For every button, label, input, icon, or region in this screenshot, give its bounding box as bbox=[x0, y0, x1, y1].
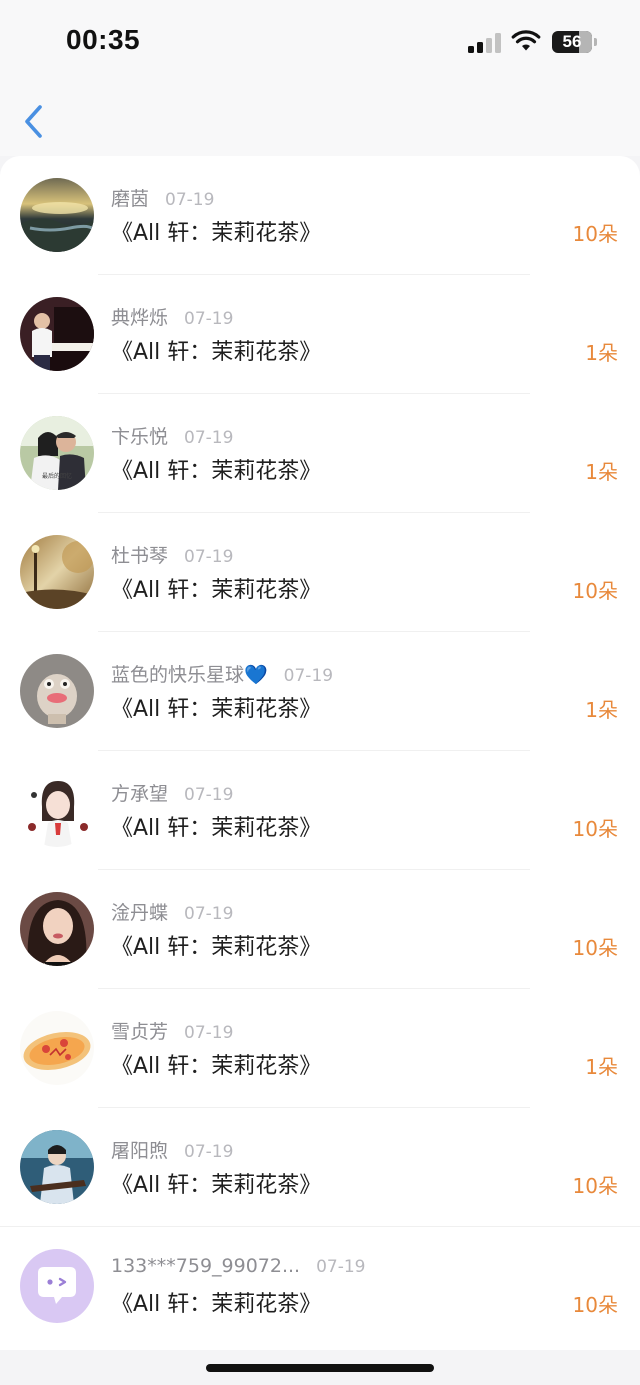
home-indicator[interactable] bbox=[206, 1364, 434, 1372]
avatar[interactable] bbox=[20, 178, 94, 252]
back-arrow-icon[interactable] bbox=[18, 102, 52, 142]
avatar[interactable] bbox=[20, 654, 94, 728]
nav-bar bbox=[0, 86, 640, 156]
battery-icon: 56 bbox=[552, 31, 592, 53]
piano-player-avatar-icon bbox=[20, 297, 94, 371]
girl-illustration-avatar-icon bbox=[20, 773, 94, 847]
list-item[interactable]: 磨茵 07-19 《All 轩：茉莉花茶》 10朵 bbox=[0, 156, 640, 275]
song-title: 《All 轩：茉莉花茶》 bbox=[111, 1054, 322, 1079]
list-item[interactable]: 淦丹蝶 07-19 《All 轩：茉莉花茶》 10朵 bbox=[0, 870, 640, 989]
landscape-lake-avatar-icon bbox=[20, 178, 94, 252]
send-date: 07-19 bbox=[165, 190, 215, 210]
song-title: 《All 轩：茉莉花茶》 bbox=[111, 697, 322, 722]
send-date: 07-19 bbox=[184, 547, 234, 567]
guqin-player-avatar-icon bbox=[20, 1130, 94, 1204]
list-item[interactable]: 蓝色的快乐星球💙 07-19 《All 轩：茉莉花茶》 1朵 bbox=[0, 632, 640, 751]
avatar[interactable] bbox=[20, 1130, 94, 1204]
sender-name: 典烨烁 bbox=[111, 307, 169, 329]
song-title: 《All 轩：茉莉花茶》 bbox=[111, 816, 322, 841]
gift-list: 磨茵 07-19 《All 轩：茉莉花茶》 10朵 典烨烁 07-19 《All 轩… bbox=[0, 156, 640, 1350]
list-item[interactable]: 133***759_99072... 07-19 《All 轩：茉莉花茶》 10朵 bbox=[0, 1227, 640, 1346]
woman-portrait-avatar-icon bbox=[20, 892, 94, 966]
sender-name: 雪贞芳 bbox=[111, 1021, 169, 1043]
song-title: 《All 轩：茉莉花茶》 bbox=[111, 1173, 322, 1198]
send-date: 07-19 bbox=[184, 428, 234, 448]
status-time: 00:35 bbox=[66, 24, 141, 55]
flower-amount: 10朵 bbox=[572, 579, 618, 603]
send-date: 07-19 bbox=[184, 785, 234, 805]
flower-amount: 10朵 bbox=[572, 817, 618, 841]
list-item[interactable]: 杜书琴 07-19 《All 轩：茉莉花茶》 10朵 bbox=[0, 513, 640, 632]
avatar-caption: 最后的回忆 bbox=[42, 472, 72, 480]
send-date: 07-19 bbox=[184, 1023, 234, 1043]
flower-amount: 1朵 bbox=[585, 1055, 618, 1079]
pizza-drawing-avatar-icon bbox=[20, 1011, 94, 1085]
send-date: 07-19 bbox=[184, 1142, 234, 1162]
status-bar: 00:35 56 bbox=[0, 0, 640, 86]
avatar[interactable] bbox=[20, 773, 94, 847]
song-title: 《All 轩：茉莉花茶》 bbox=[111, 221, 322, 246]
couple-photo-avatar-icon: 最后的回忆 bbox=[20, 416, 94, 490]
sender-name: 卞乐悦 bbox=[111, 426, 169, 448]
flower-amount: 10朵 bbox=[572, 1293, 618, 1317]
wifi-icon bbox=[511, 30, 541, 51]
avatar[interactable] bbox=[20, 297, 94, 371]
default-chat-avatar-icon bbox=[20, 1249, 94, 1323]
avatar[interactable] bbox=[20, 535, 94, 609]
flower-amount: 10朵 bbox=[572, 222, 618, 246]
list-item[interactable]: 屠阳煦 07-19 《All 轩：茉莉花茶》 10朵 bbox=[0, 1108, 640, 1227]
sender-name: 淦丹蝶 bbox=[111, 902, 169, 924]
cellular-signal-icon bbox=[468, 33, 502, 53]
send-date: 07-19 bbox=[184, 904, 234, 924]
flower-amount: 1朵 bbox=[585, 698, 618, 722]
battery-level: 56 bbox=[562, 32, 582, 51]
send-date: 07-19 bbox=[316, 1257, 366, 1277]
sender-name: 杜书琴 bbox=[111, 545, 169, 567]
sender-name: 方承望 bbox=[111, 783, 169, 805]
flower-amount: 10朵 bbox=[572, 936, 618, 960]
frog-plush-avatar-icon bbox=[20, 654, 94, 728]
sender-name: 蓝色的快乐星球💙 bbox=[111, 664, 268, 686]
list-item[interactable]: 典烨烁 07-19 《All 轩：茉莉花茶》 1朵 bbox=[0, 275, 640, 394]
list-item[interactable]: 最后的回忆 卞乐悦 07-19 《All 轩：茉莉花茶》 1朵 bbox=[0, 394, 640, 513]
home-indicator-area bbox=[0, 1350, 640, 1385]
song-title: 《All 轩：茉莉花茶》 bbox=[111, 935, 322, 960]
flower-amount: 1朵 bbox=[585, 341, 618, 365]
avatar[interactable]: 最后的回忆 bbox=[20, 416, 94, 490]
list-item[interactable]: 雪贞芳 07-19 《All 轩：茉莉花茶》 1朵 bbox=[0, 989, 640, 1108]
flower-amount: 1朵 bbox=[585, 460, 618, 484]
send-date: 07-19 bbox=[283, 666, 334, 686]
avatar[interactable] bbox=[20, 892, 94, 966]
avatar[interactable] bbox=[20, 1011, 94, 1085]
send-date: 07-19 bbox=[184, 309, 234, 329]
sender-name: 133***759_99072... bbox=[111, 1255, 301, 1277]
song-title: 《All 轩：茉莉花茶》 bbox=[111, 459, 322, 484]
autumn-park-avatar-icon bbox=[20, 535, 94, 609]
sender-name: 屠阳煦 bbox=[111, 1140, 169, 1162]
song-title: 《All 轩：茉莉花茶》 bbox=[111, 578, 322, 603]
list-item[interactable]: 方承望 07-19 《All 轩：茉莉花茶》 10朵 bbox=[0, 751, 640, 870]
battery-cap-icon bbox=[594, 38, 597, 46]
avatar[interactable] bbox=[20, 1249, 94, 1323]
sender-name: 磨茵 bbox=[111, 188, 150, 210]
song-title: 《All 轩：茉莉花茶》 bbox=[111, 340, 322, 365]
flower-amount: 10朵 bbox=[572, 1174, 618, 1198]
song-title: 《All 轩：茉莉花茶》 bbox=[111, 1292, 322, 1317]
